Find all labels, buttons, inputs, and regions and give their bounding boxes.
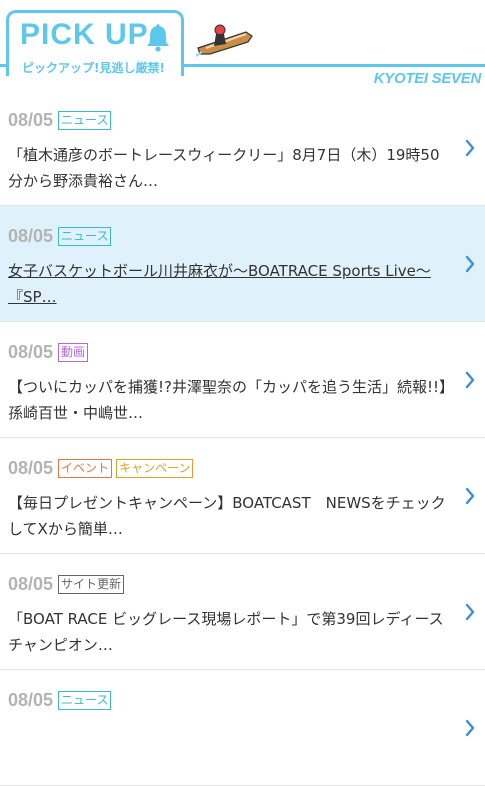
- news-list: 08/05 ニュース 「植木通彦のボートレースウィークリー」8月7日（木）19時50…: [0, 90, 485, 786]
- news-item-meta: 08/05 サイト更新: [8, 572, 451, 596]
- category-tag: イベント: [58, 458, 113, 478]
- category-tag: ニュース: [58, 226, 112, 246]
- category-tag: ニュース: [58, 110, 112, 130]
- racing-boat-icon: [196, 24, 253, 57]
- news-headline[interactable]: 「BOAT RACE ビッグレース現場レポート」で第39回レディースチャンピオン…: [8, 606, 451, 658]
- chevron-right-icon[interactable]: [465, 139, 475, 157]
- news-item-meta: 08/05 ニュース: [8, 688, 451, 712]
- news-headline[interactable]: [8, 722, 451, 774]
- news-headline[interactable]: 【毎日プレゼントキャンペーン】BOATCAST NEWSをチェックしてXから簡単…: [8, 490, 451, 542]
- chevron-right-icon[interactable]: [465, 603, 475, 621]
- chevron-right-icon[interactable]: [465, 487, 475, 505]
- category-tag: サイト更新: [58, 574, 125, 594]
- news-date: 08/05: [8, 457, 54, 478]
- pickup-header: PICK UP ピックアップ!見逃し厳禁! KYOTEI SEVEN: [0, 0, 485, 90]
- news-date: 08/05: [8, 689, 54, 710]
- news-item-meta: 08/05 イベント キャンペーン: [8, 456, 451, 480]
- pickup-title: PICK UP: [20, 18, 149, 51]
- bell-icon: [147, 24, 169, 52]
- news-date: 08/05: [8, 573, 54, 594]
- category-tag: キャンペーン: [116, 458, 194, 478]
- chevron-right-icon[interactable]: [465, 719, 475, 737]
- news-headline[interactable]: 女子バスケットボール川井麻衣が〜BOATRACE Sports Live〜『SP…: [8, 258, 451, 310]
- news-date: 08/05: [8, 341, 54, 362]
- news-headline[interactable]: 【ついにカッパを捕獲!?井澤聖奈の「カッパを追う生活」続報!!】孫崎百世・中嶋世…: [8, 374, 451, 426]
- news-item-meta: 08/05 ニュース: [8, 108, 451, 132]
- news-item[interactable]: 08/05 ニュース「植木通彦のボートレースウィークリー」8月7日（木）19時50…: [0, 90, 485, 206]
- news-date: 08/05: [8, 225, 54, 246]
- news-item[interactable]: 08/05 ニュース女子バスケットボール川井麻衣が〜BOATRACE Sports…: [0, 206, 485, 322]
- news-item[interactable]: 08/05 ニュース: [0, 670, 485, 786]
- pickup-subtitle: ピックアップ!見逃し厳禁!: [20, 59, 167, 76]
- news-headline[interactable]: 「植木通彦のボートレースウィークリー」8月7日（木）19時50分から野添貴裕さん…: [8, 142, 451, 194]
- chevron-right-icon[interactable]: [465, 371, 475, 389]
- chevron-right-icon[interactable]: [465, 255, 475, 273]
- brand-logo: KYOTEI SEVEN: [373, 70, 482, 87]
- category-tag: ニュース: [58, 690, 112, 710]
- category-tag: 動画: [58, 342, 89, 362]
- news-item-meta: 08/05 ニュース: [8, 224, 451, 248]
- news-item[interactable]: 08/05 イベント キャンペーン【毎日プレゼントキャンペーン】BOATCAST N…: [0, 438, 485, 554]
- news-item[interactable]: 08/05 動画【ついにカッパを捕獲!?井澤聖奈の「カッパを追う生活」続報!!】孫…: [0, 322, 485, 438]
- news-date: 08/05: [8, 109, 54, 130]
- news-item[interactable]: 08/05 サイト更新「BOAT RACE ビッグレース現場レポート」で第39回レ…: [0, 554, 485, 670]
- news-item-meta: 08/05 動画: [8, 340, 451, 364]
